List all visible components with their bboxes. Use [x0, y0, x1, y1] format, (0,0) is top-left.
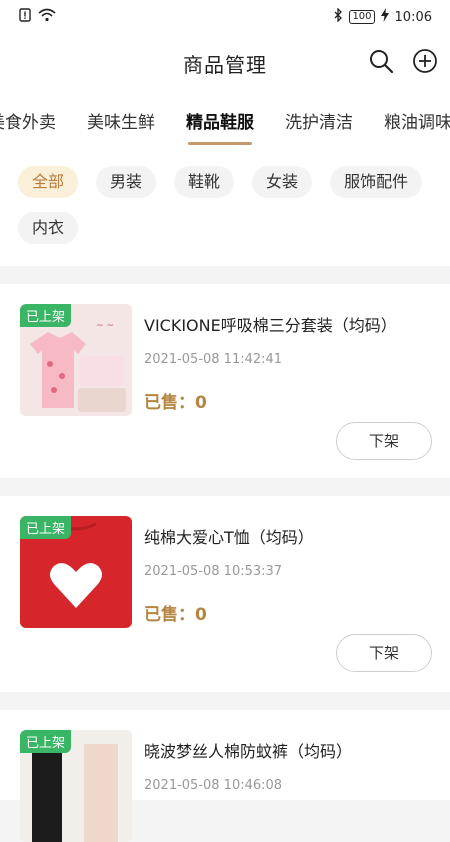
tab-apparel-shoes[interactable]: 精品鞋服: [186, 108, 254, 145]
tab-cleaning[interactable]: 洗护清洁: [285, 108, 353, 133]
product-sold-count: 已售：0: [144, 393, 207, 413]
status-bar: 100 10:06: [0, 0, 450, 34]
tab-food-delivery[interactable]: 美食外卖: [0, 108, 56, 133]
product-title: 晓波梦丝人棉防蚊裤（均码）: [144, 742, 353, 761]
tab-fresh-food[interactable]: 美味生鲜: [87, 108, 155, 133]
product-title: 纯棉大爱心T恤（均码）: [144, 528, 314, 547]
product-title: VICKIONE呼吸棉三分套装（均码）: [144, 316, 397, 335]
product-image: 已上架 ~ ~: [20, 304, 132, 416]
battery-indicator: 100: [349, 10, 375, 24]
page-title: 商品管理: [183, 52, 267, 77]
add-icon[interactable]: [412, 48, 438, 74]
wifi-icon: [38, 8, 56, 26]
delist-button[interactable]: 下架: [336, 634, 432, 672]
product-card[interactable]: 已上架 ~ ~ VICKIONE呼吸棉三分套装（均码） 2021-05-08 1…: [0, 284, 450, 478]
product-date: 2021-05-08 10:46:08: [144, 778, 283, 793]
product-sold-count: 已售：0: [144, 605, 207, 625]
filter-chips: 全部 男装 鞋靴 女装 服饰配件 内衣: [0, 154, 450, 266]
delist-button[interactable]: 下架: [336, 422, 432, 460]
tab-grain-oil[interactable]: 粮油调味: [384, 108, 450, 133]
bluetooth-icon: [333, 7, 343, 26]
chip-accessories[interactable]: 服饰配件: [330, 166, 423, 198]
sim-alert-icon: [18, 8, 32, 26]
search-icon[interactable]: [368, 48, 394, 74]
product-date: 2021-05-08 10:53:37: [144, 564, 283, 579]
chip-underwear[interactable]: 内衣: [18, 212, 79, 244]
clock: 10:06: [394, 9, 432, 25]
product-card[interactable]: 已上架 纯棉大爱心T恤（均码） 2021-05-08 10:53:37 已售：0…: [0, 496, 450, 692]
svg-text:~ ~: ~ ~: [96, 321, 114, 331]
chip-menswear[interactable]: 男装: [96, 166, 157, 198]
chip-all[interactable]: 全部: [18, 166, 79, 198]
product-image: 已上架: [20, 730, 132, 842]
chip-womenswear[interactable]: 女装: [252, 166, 313, 198]
battery-level: 100: [352, 11, 372, 22]
product-date: 2021-05-08 11:42:41: [144, 352, 283, 367]
status-badge: 已上架: [20, 304, 72, 327]
charging-icon: [380, 8, 389, 26]
product-image: 已上架: [20, 516, 132, 628]
app-header: 商品管理: [0, 34, 450, 92]
status-badge: 已上架: [20, 730, 72, 753]
chip-shoes[interactable]: 鞋靴: [174, 166, 235, 198]
product-card[interactable]: 已上架 晓波梦丝人棉防蚊裤（均码） 2021-05-08 10:46:08: [0, 710, 450, 842]
status-badge: 已上架: [20, 516, 72, 539]
category-tabs: 美食外卖 美味生鲜 精品鞋服 洗护清洁 粮油调味: [0, 92, 450, 154]
